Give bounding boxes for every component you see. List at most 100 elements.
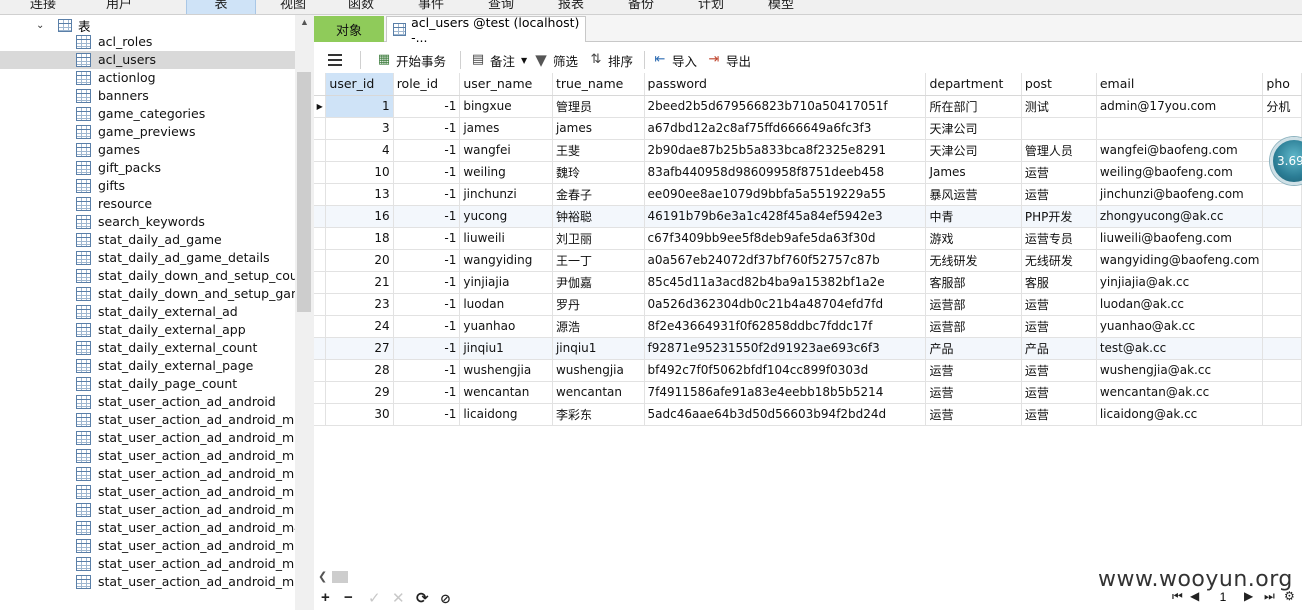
cell-user_name[interactable]: bingxue — [459, 95, 553, 118]
cell-post[interactable]: 运营专员 — [1021, 227, 1097, 250]
tree-item-table[interactable]: stat_user_action_ad_android_m5 — [0, 537, 295, 555]
cell-pho[interactable] — [1262, 271, 1302, 294]
cell-user_name[interactable]: wushengjia — [459, 359, 553, 382]
cell-email[interactable]: liuweili@baofeng.com — [1096, 227, 1264, 250]
row-indicator[interactable] — [314, 183, 327, 206]
cell-user_name[interactable]: wangyiding — [459, 249, 553, 272]
cell-role_id[interactable]: -1 — [393, 161, 461, 184]
cell-department[interactable]: 运营部 — [925, 315, 1022, 338]
row-indicator[interactable] — [314, 117, 327, 140]
column-header-role_id[interactable]: role_id — [393, 73, 461, 96]
column-header-post[interactable]: post — [1021, 73, 1097, 96]
tab-acl-users[interactable]: acl_users @test (localhost) -... — [386, 15, 586, 45]
tree-item-table[interactable]: stat_user_action_ad_android_m4 — [0, 519, 295, 537]
tab-objects[interactable]: 对象 — [314, 16, 384, 42]
cell-role_id[interactable]: -1 — [393, 381, 461, 404]
cell-user_id[interactable]: 16 — [325, 205, 394, 228]
import-button[interactable]: ⇤ 导入 — [652, 50, 697, 70]
table-row[interactable]: 27 -1 jinqiu1 jinqiu1 f92871e95231550f2d9192… — [314, 337, 1302, 360]
row-indicator[interactable] — [314, 315, 327, 338]
tree-item-table[interactable]: stat_daily_ad_game — [0, 231, 295, 249]
cell-password[interactable]: ee090ee8ae1079d9bbfa5a5519229a55 — [644, 183, 927, 206]
cell-user_id[interactable]: 20 — [325, 249, 394, 272]
cell-true_name[interactable]: 管理员 — [552, 95, 645, 118]
cell-true_name[interactable]: 魏玲 — [552, 161, 645, 184]
prev-page-icon[interactable]: ◀ — [1190, 589, 1199, 603]
horizontal-scroll-thumb[interactable] — [332, 571, 348, 583]
cell-role_id[interactable]: -1 — [393, 293, 461, 316]
cell-user_name[interactable]: liuweili — [459, 227, 553, 250]
top-menu-item[interactable]: 模型 — [768, 0, 794, 14]
cell-department[interactable]: 游戏 — [925, 227, 1022, 250]
delete-record-icon[interactable]: − — [344, 589, 353, 606]
column-header-user_name[interactable]: user_name — [459, 73, 553, 96]
table-row[interactable]: ▶ 1 -1 bingxue 管理员 2beed2b5d679566823b710a504… — [314, 95, 1302, 118]
top-menu-item[interactable]: 用户 — [106, 0, 132, 14]
cell-email[interactable]: zhongyucong@ak.cc — [1096, 205, 1264, 228]
tree-item-table[interactable]: resource — [0, 195, 295, 213]
cell-email[interactable]: yuanhao@ak.cc — [1096, 315, 1264, 338]
tree-scrollbar[interactable]: ▲ — [295, 15, 314, 610]
cell-pho[interactable] — [1262, 183, 1302, 206]
cell-pho[interactable] — [1262, 205, 1302, 228]
table-row[interactable]: 16 -1 yucong 钟裕聪 46191b79b6e3a1c428f45a84ef5… — [314, 205, 1302, 228]
cell-pho[interactable] — [1262, 249, 1302, 272]
tree-item-table[interactable]: acl_users — [0, 51, 295, 69]
cell-department[interactable]: 中青 — [925, 205, 1022, 228]
row-indicator[interactable] — [314, 337, 327, 360]
cell-role_id[interactable]: -1 — [393, 337, 461, 360]
cell-true_name[interactable]: 尹伽嘉 — [552, 271, 645, 294]
tree-item-table[interactable]: stat_daily_down_and_setup_count — [0, 267, 295, 285]
cell-user_name[interactable]: wangfei — [459, 139, 553, 162]
cell-password[interactable]: bf492c7f0f5062bfdf104cc899f0303d — [644, 359, 927, 382]
cell-role_id[interactable]: -1 — [393, 315, 461, 338]
cell-user_id[interactable]: 18 — [325, 227, 394, 250]
apply-changes-icon[interactable]: ✓ — [368, 589, 381, 607]
table-row[interactable]: 23 -1 luodan 罗丹 0a526d362304db0c21b4a48704ef… — [314, 293, 1302, 316]
tree-item-table[interactable]: game_previews — [0, 123, 295, 141]
cell-user_name[interactable]: yuanhao — [459, 315, 553, 338]
row-indicator[interactable] — [314, 205, 327, 228]
cell-password[interactable]: 2beed2b5d679566823b710a50417051f — [644, 95, 927, 118]
settings-gear-icon[interactable]: ⚙ — [1284, 589, 1295, 603]
tree-scroll-thumb[interactable] — [297, 72, 311, 312]
cell-role_id[interactable]: -1 — [393, 249, 461, 272]
cell-pho[interactable] — [1262, 117, 1302, 140]
cell-post[interactable] — [1021, 117, 1097, 140]
cell-user_id[interactable]: 1 — [325, 95, 394, 118]
cell-email[interactable]: licaidong@ak.cc — [1096, 403, 1264, 426]
column-header-user_id[interactable]: user_id — [325, 73, 394, 96]
tree-item-table[interactable]: stat_user_action_ad_android_m8 — [0, 573, 295, 591]
cell-user_name[interactable]: yinjiajia — [459, 271, 553, 294]
row-indicator[interactable]: ▶ — [314, 95, 327, 118]
cell-department[interactable]: 产品 — [925, 337, 1022, 360]
cell-post[interactable]: 运营 — [1021, 315, 1097, 338]
chevron-down-icon[interactable]: ⌄ — [36, 20, 50, 31]
row-indicator[interactable] — [314, 161, 327, 184]
tree-item-table[interactable]: stat_daily_external_app — [0, 321, 295, 339]
cell-role_id[interactable]: -1 — [393, 117, 461, 140]
cell-user_name[interactable]: james — [459, 117, 553, 140]
column-header-true_name[interactable]: true_name — [552, 73, 645, 96]
table-row[interactable]: 30 -1 licaidong 李彩东 5adc46aae64b3d50d56603b9… — [314, 403, 1302, 426]
table-row[interactable]: 10 -1 weiling 魏玲 83afb440958d98609958f8751de… — [314, 161, 1302, 184]
tree-item-table[interactable]: stat_daily_page_count — [0, 375, 295, 393]
scroll-left-icon[interactable]: ❮ — [318, 570, 327, 583]
cell-password[interactable]: f92871e95231550f2d91923ae693c6f3 — [644, 337, 927, 360]
cell-post[interactable]: 运营 — [1021, 403, 1097, 426]
cell-user_id[interactable]: 13 — [325, 183, 394, 206]
cell-post[interactable]: 运营 — [1021, 183, 1097, 206]
tree-item-table[interactable]: stat_daily_external_page — [0, 357, 295, 375]
cell-user_id[interactable]: 29 — [325, 381, 394, 404]
top-menu-item[interactable]: 连接 — [30, 0, 56, 14]
sort-button[interactable]: ⇅ 排序 — [588, 50, 633, 70]
cell-department[interactable]: 运营 — [925, 403, 1022, 426]
cell-true_name[interactable]: 王一丁 — [552, 249, 645, 272]
cell-pho[interactable] — [1262, 337, 1302, 360]
column-header-password[interactable]: password — [644, 73, 927, 96]
tree-item-table[interactable]: game_categories — [0, 105, 295, 123]
row-indicator[interactable] — [314, 403, 327, 426]
top-menu-item[interactable]: 视图 — [280, 0, 306, 14]
cell-user_id[interactable]: 27 — [325, 337, 394, 360]
cell-pho[interactable] — [1262, 403, 1302, 426]
